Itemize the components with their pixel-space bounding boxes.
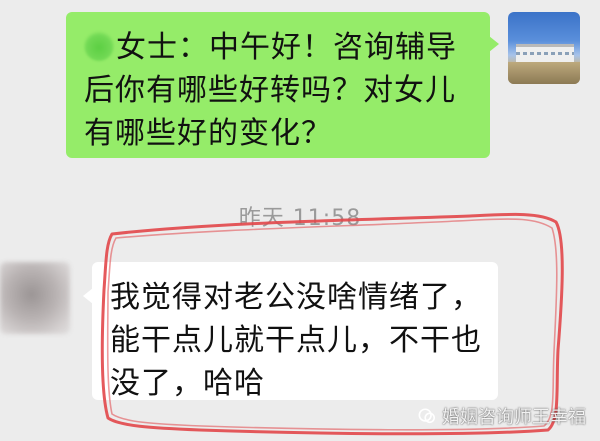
- self-avatar[interactable]: [508, 12, 580, 84]
- avatar-ground-graphic: [508, 62, 580, 84]
- watermark: 婚姻咨询师王幸福: [418, 403, 586, 429]
- received-message-line-1: 我觉得对老公没啥情绪了，: [110, 280, 482, 315]
- received-message-line-2: 能干点儿就干点儿，不干也: [110, 323, 482, 358]
- received-message-text: 我觉得对老公没啥情绪了， 能干点儿就干点儿，不干也 没了，哈哈: [110, 276, 500, 405]
- message-timestamp: 昨天 11:58: [238, 206, 362, 231]
- sent-message-bubble[interactable]: 女士：中午好！咨询辅导 后你有哪些好转吗？对女儿 有哪些好的变化？: [66, 12, 499, 158]
- sent-message-line-3: 有哪些好的变化？: [84, 116, 332, 151]
- sent-message-line-2: 后你有哪些好转吗？对女儿: [84, 73, 456, 108]
- sent-message-line-1: 女士：中午好！咨询辅导: [84, 26, 484, 69]
- watermark-text: 婚姻咨询师王幸福: [442, 407, 586, 428]
- avatar-building-graphic: [516, 44, 574, 63]
- wechat-official-account-icon: [418, 408, 436, 424]
- contact-avatar[interactable]: [0, 262, 70, 334]
- chat-window: 女士：中午好！咨询辅导 后你有哪些好转吗？对女儿 有哪些好的变化？ 昨天 11:…: [0, 0, 600, 441]
- redacted-name-blur: [84, 31, 114, 61]
- sent-message-text: 女士：中午好！咨询辅导 后你有哪些好转吗？对女儿 有哪些好的变化？: [84, 26, 484, 155]
- received-message-bubble[interactable]: 我觉得对老公没啥情绪了， 能干点儿就干点儿，不干也 没了，哈哈: [83, 262, 498, 401]
- received-message-line-3: 没了，哈哈: [110, 366, 265, 401]
